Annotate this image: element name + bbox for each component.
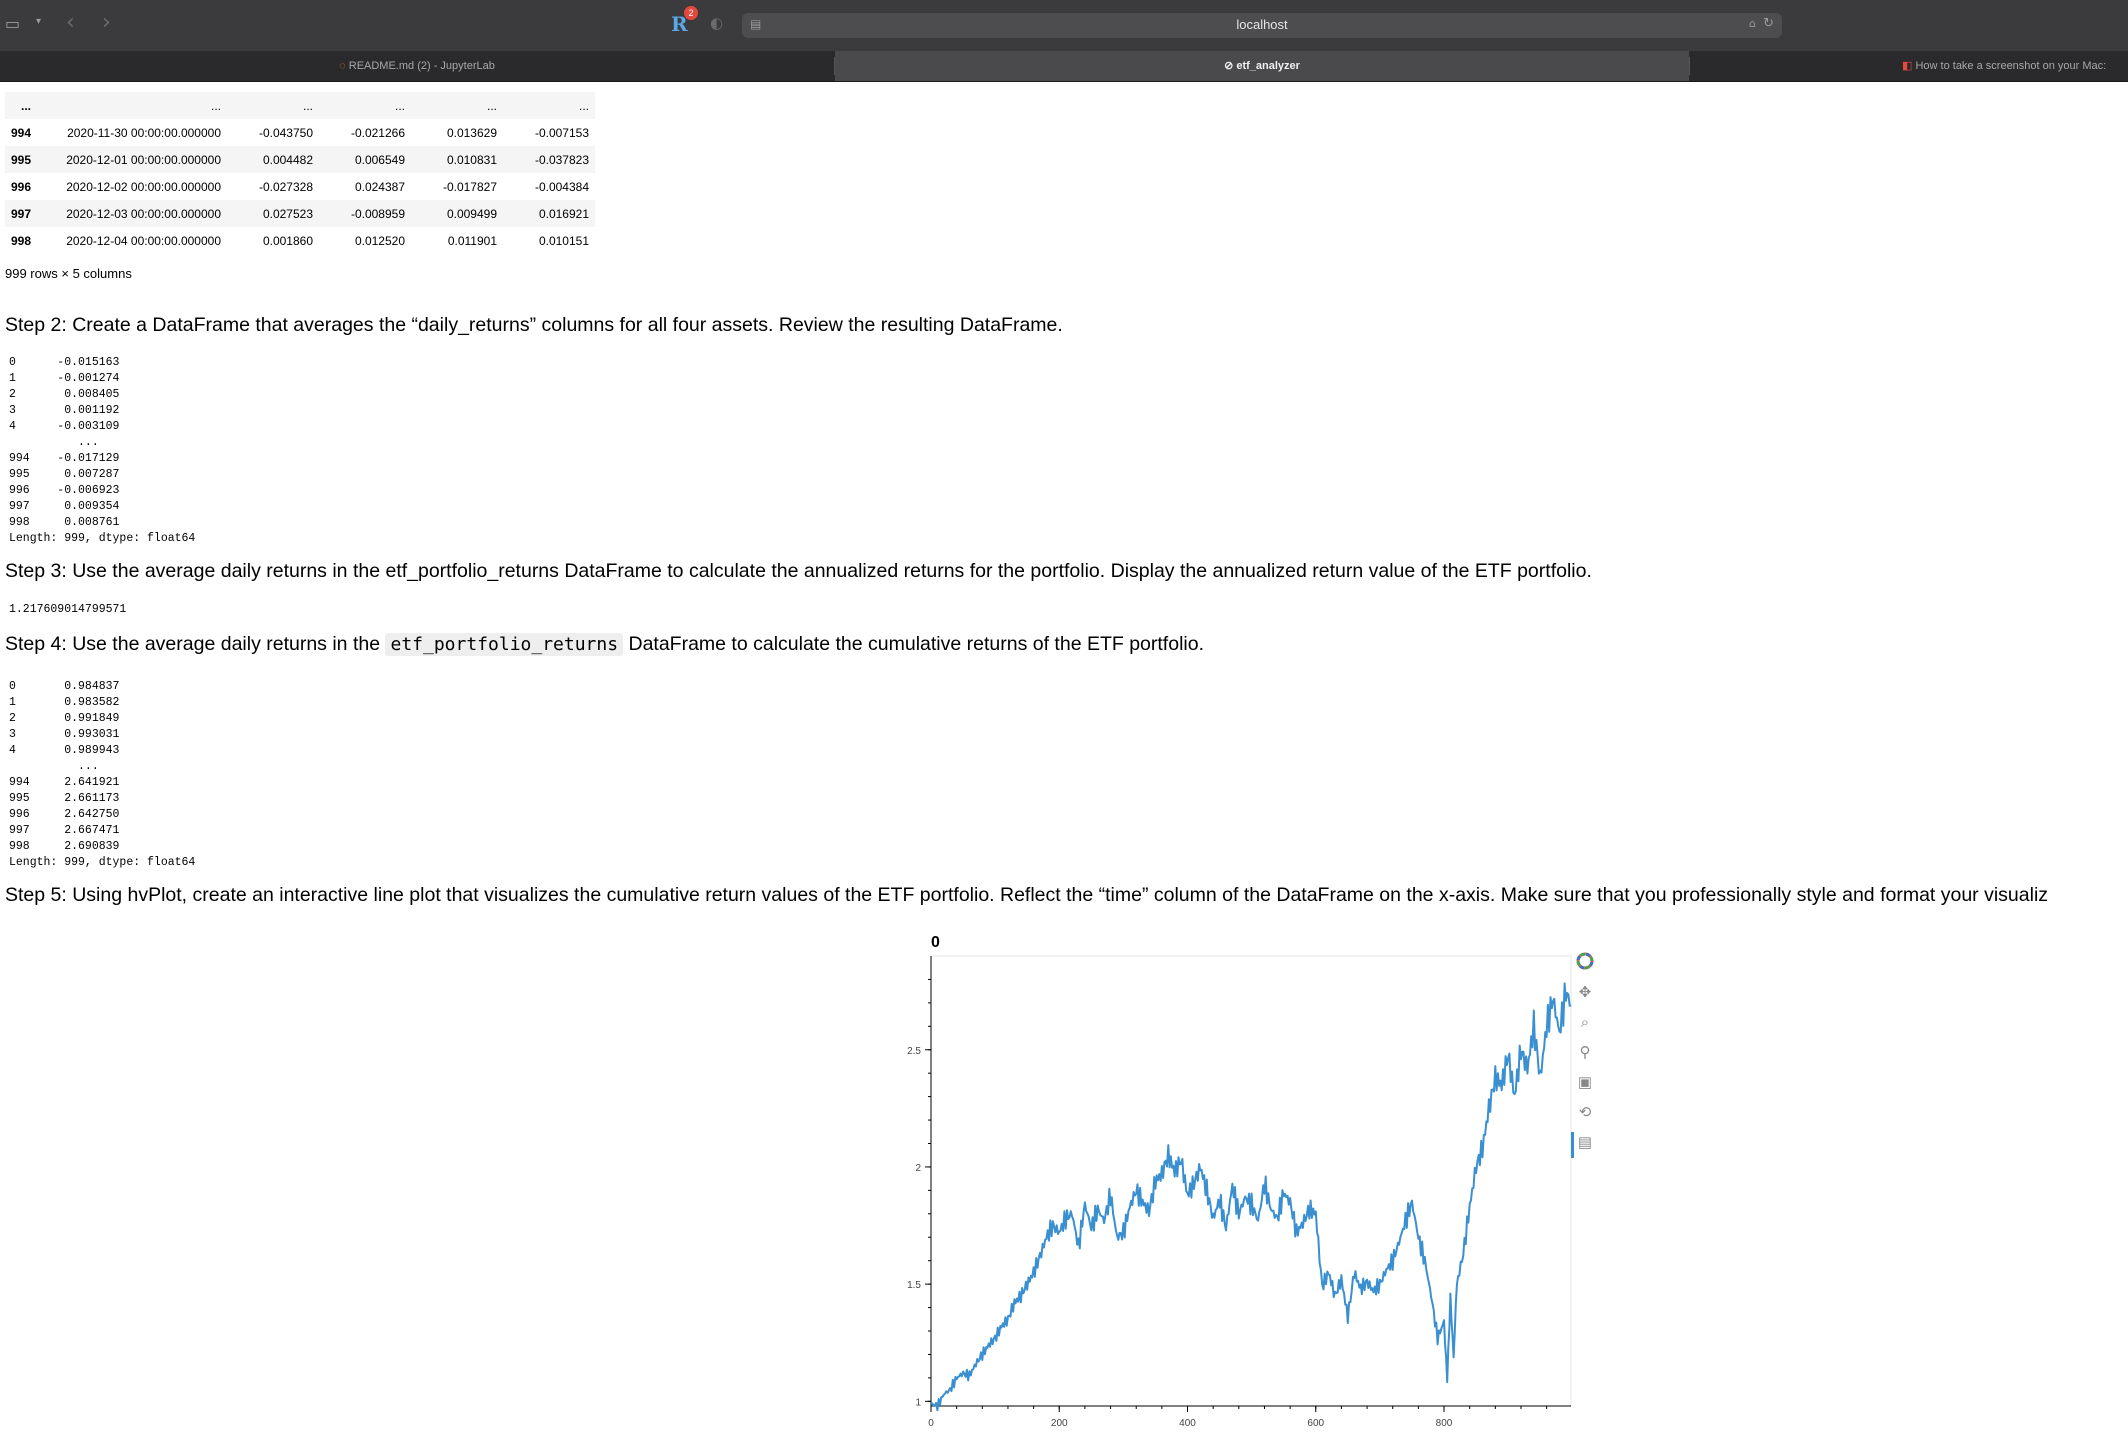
y-tick-label: 1.5 (907, 1280, 921, 1291)
tab-label: How to take a screenshot on your Mac: (1915, 60, 2107, 72)
table-cell: 2020-11-30 00:00:00.000000 (67, 125, 221, 140)
table-cell: -0.008959 (319, 200, 411, 227)
x-tick-label: 600 (1307, 1418, 1324, 1429)
chevron-down-icon[interactable]: ▾ (36, 16, 41, 27)
hover-tool-icon[interactable]: ▤ (1574, 1132, 1596, 1154)
table-cell: 0.010151 (538, 233, 589, 248)
cumulative-returns-chart[interactable]: 0 200 400 600 800 1 1.5 2 2.5 (880, 952, 1580, 1440)
table-cell: -0.021266 (350, 125, 405, 140)
x-tick-label: 200 (1051, 1418, 1068, 1429)
table-cell: -0.027328 (258, 179, 313, 194)
table-cell: -0.007153 (534, 125, 589, 140)
tab-screenshot-guide[interactable]: ◧ How to take a screenshot on your Mac: (1690, 51, 2128, 81)
table-cell: 0.016921 (503, 200, 595, 227)
compass-icon: ⊘ (1224, 60, 1234, 72)
bokeh-logo-icon[interactable] (1574, 952, 1596, 974)
table-cell: ... (5, 92, 47, 119)
step4-text: Step 4: Use the average daily returns in… (5, 633, 381, 655)
sidebar-toggle-icon[interactable]: ▭ (5, 14, 20, 33)
table-cell: 0.013629 (446, 125, 497, 140)
row-index: 996 (11, 179, 32, 194)
table-cell: 0.004482 (227, 146, 319, 173)
table-cell: 2020-12-04 00:00:00.000000 (66, 233, 221, 248)
table-cell: 0.010831 (411, 146, 503, 173)
translate-icon[interactable]: ⌂ (1749, 17, 1756, 30)
table-row: ... ... ... ... ... ... (5, 92, 595, 119)
table-row: 994 2020-11-30 00:00:00.000000 -0.043750… (5, 119, 595, 146)
table-row: 996 2020-12-02 00:00:00.000000 -0.027328… (5, 173, 595, 200)
tab-etf-analyzer[interactable]: ⊘ etf_analyzer (835, 51, 1689, 81)
row-index: 997 (5, 200, 47, 227)
reload-icon[interactable]: ↻ (1763, 16, 1774, 31)
y-tick-label: 2 (915, 1163, 921, 1174)
row-index: 995 (5, 146, 47, 173)
inline-code: etf_portfolio_returns (385, 633, 624, 656)
step3-heading: Step 3: Use the average daily returns in… (5, 560, 1592, 582)
table-cell: 2020-12-03 00:00:00.000000 (47, 200, 227, 227)
site-icon: ◧ (1902, 60, 1913, 72)
y-tick-label: 1 (915, 1397, 921, 1408)
forward-icon[interactable]: › (102, 10, 111, 35)
plot-area (930, 955, 1572, 1407)
table-cell: ... (503, 92, 595, 119)
cumulative-returns-output: 0 0.984837 1 0.983582 2 0.991849 3 0.993… (9, 680, 196, 869)
y-tick-label: 2.5 (907, 1046, 921, 1057)
step4-text: DataFrame to calculate the cumulative re… (628, 633, 1204, 655)
table-cell: -0.037823 (503, 146, 595, 173)
wheel-zoom-tool-icon[interactable]: ⚲ (1574, 1042, 1596, 1064)
dataframe-shape: 999 rows × 5 columns (5, 266, 132, 281)
jupyter-icon: ◌ (339, 60, 346, 72)
table-cell: ... (411, 92, 503, 119)
privacy-shield-icon[interactable]: ◐ (710, 14, 723, 32)
address-bar[interactable]: ▤ localhost ⌂ ↻ (742, 13, 1782, 38)
tab-bar: ◌ README.md (2) - JupyterLab ⊘ etf_analy… (0, 51, 2128, 82)
table-cell: -0.017827 (442, 179, 497, 194)
extension-badge: 2 (684, 6, 698, 20)
table-row: 998 2020-12-04 00:00:00.000000 0.001860 … (5, 227, 595, 254)
x-tick-label: 800 (1436, 1418, 1453, 1429)
active-tool-indicator (1571, 1132, 1574, 1158)
table-cell: -0.004384 (534, 179, 589, 194)
average-returns-output: 0 -0.015163 1 -0.001274 2 0.008405 3 0.0… (9, 356, 196, 545)
table-cell: 0.009499 (411, 200, 503, 227)
table-cell: ... (227, 92, 319, 119)
browser-toolbar: ▭ ▾ ‹ › R 2 ◐ ▤ localhost ⌂ ↻ (0, 0, 2128, 51)
table-cell: 0.012520 (354, 233, 405, 248)
reset-tool-icon[interactable]: ⟲ (1574, 1102, 1596, 1124)
x-tick-label: 0 (928, 1418, 934, 1429)
table-cell: -0.043750 (258, 125, 313, 140)
chart-title: 0 (931, 934, 940, 951)
table-cell: ... (47, 92, 227, 119)
table-cell: 0.001860 (262, 233, 313, 248)
tab-readme[interactable]: ◌ README.md (2) - JupyterLab (0, 51, 834, 81)
table-cell: 0.024387 (354, 179, 405, 194)
step2-heading: Step 2: Create a DataFrame that averages… (5, 314, 1063, 336)
step5-heading: Step 5: Using hvPlot, create an interact… (5, 884, 2049, 906)
tab-label: README.md (2) - JupyterLab (348, 60, 495, 72)
table-cell: 0.027523 (227, 200, 319, 227)
pan-tool-icon[interactable]: ✥ (1574, 982, 1596, 1004)
table-row: 997 2020-12-03 00:00:00.000000 0.027523 … (5, 200, 595, 227)
x-tick-label: 400 (1179, 1418, 1196, 1429)
row-index: 994 (11, 125, 32, 140)
back-icon[interactable]: ‹ (66, 10, 75, 35)
table-cell: 2020-12-02 00:00:00.000000 (66, 179, 221, 194)
table-cell: ... (319, 92, 411, 119)
address-text: localhost (1236, 17, 1288, 32)
table-row: 995 2020-12-01 00:00:00.000000 0.004482 … (5, 146, 595, 173)
notebook-content: ... ... ... ... ... ... 994 2020-11-30 0… (0, 82, 2128, 1440)
tab-label: etf_analyzer (1236, 60, 1300, 72)
step4-heading: Step 4: Use the average daily returns in… (5, 633, 1204, 656)
annualized-return-output: 1.217609014799571 (9, 603, 127, 616)
table-cell: 0.011901 (447, 233, 497, 248)
dataframe-table: ... ... ... ... ... ... 994 2020-11-30 0… (5, 92, 595, 254)
table-cell: 0.006549 (319, 146, 411, 173)
save-tool-icon[interactable]: ▣ (1574, 1072, 1596, 1094)
box-zoom-tool-icon[interactable]: ⌕ (1574, 1012, 1596, 1034)
table-cell: 2020-12-01 00:00:00.000000 (47, 146, 227, 173)
row-index: 998 (11, 233, 32, 248)
